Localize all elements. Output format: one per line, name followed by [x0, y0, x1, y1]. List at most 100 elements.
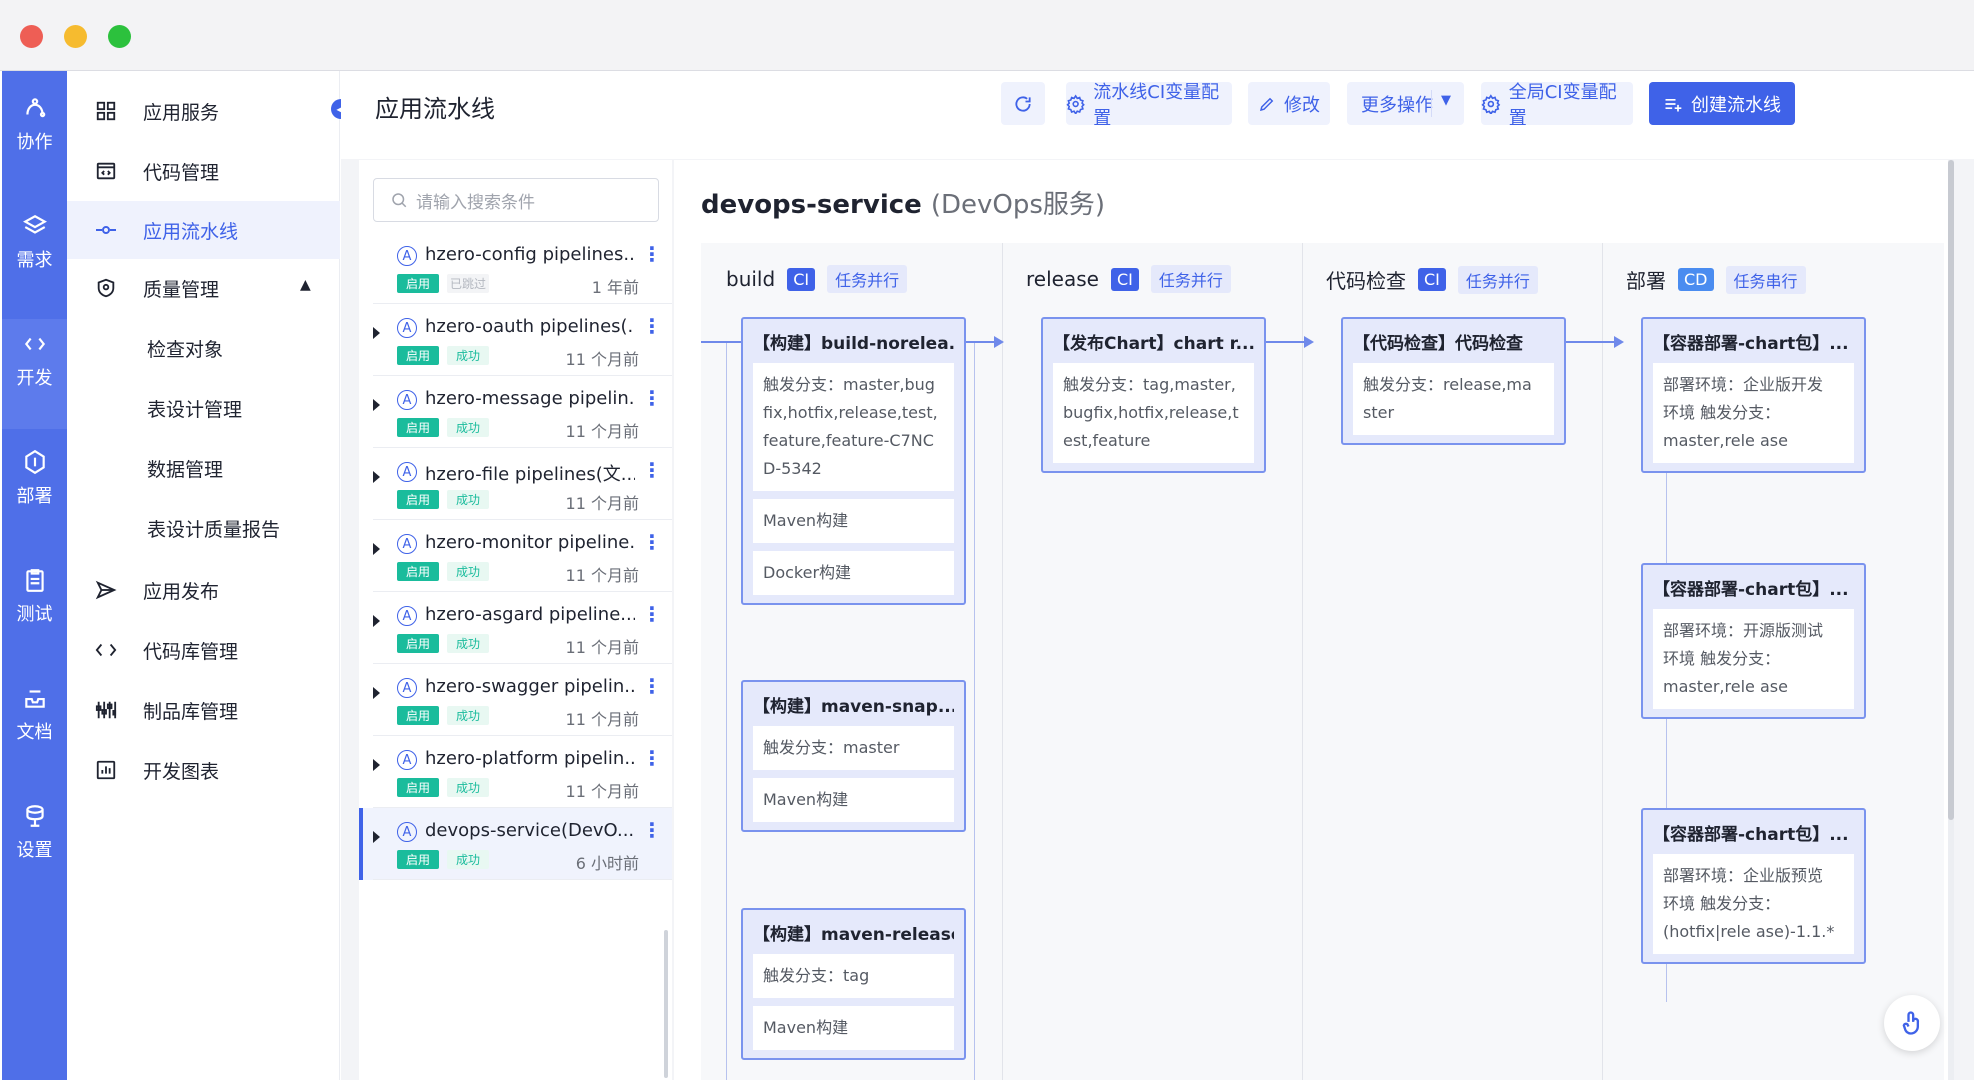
sidebar-item-label: 应用发布 [143, 580, 220, 603]
more-vertical-icon[interactable]: ⋮ [642, 676, 662, 696]
pipeline-list-item[interactable]: Ahzero-swagger pipelin... ⋮ 启用 成功 11 个月前 [359, 664, 672, 736]
job-step: Maven构建 [753, 778, 954, 822]
job-step: Maven构建 [753, 1006, 954, 1050]
job-card[interactable]: 【容器部署-chart包】... 部署环境：企业版开发 环境 触发分支：mast… [1641, 317, 1866, 473]
job-card[interactable]: 【发布Chart】chart r... 触发分支：tag,master, bug… [1041, 317, 1266, 473]
pipeline-time: 11 个月前 [565, 638, 639, 657]
pipeline-type-icon: A [397, 822, 417, 842]
rail-item-requirements[interactable]: 需求 [2, 201, 67, 311]
more-vertical-icon[interactable]: ⋮ [642, 604, 662, 624]
more-vertical-icon[interactable]: ⋮ [642, 388, 662, 408]
refresh-button[interactable] [1001, 82, 1045, 125]
rail-label: 协作 [16, 132, 53, 153]
rail-item-test[interactable]: 测试 [2, 555, 67, 665]
pipeline-time: 1 年前 [591, 278, 639, 297]
edit-button[interactable]: 修改 [1248, 82, 1330, 125]
search-input[interactable]: 请输入搜索条件 [373, 178, 659, 222]
stage-mode-badge: 任务串行 [1725, 265, 1806, 294]
job-card[interactable]: 【构建】build-norelea... 触发分支：master,bug fix… [741, 317, 966, 605]
expand-arrow-icon[interactable] [373, 759, 380, 771]
sidebar-item-app-service[interactable]: 应用服务 [67, 82, 340, 140]
sidebar-subitem-quality-report[interactable]: 表设计质量报告 [67, 499, 340, 557]
enabled-badge: 启用 [397, 778, 439, 797]
sidebar-item-quality[interactable]: 质量管理 ▲ [67, 259, 340, 317]
stage-name: 代码检查 [1326, 269, 1406, 293]
sidebar-item-dev-charts[interactable]: 开发图表 [67, 741, 340, 799]
pipeline-list-item[interactable]: Ahzero-file pipelines(文... ⋮ 启用 成功 11 个月前 [359, 448, 672, 520]
rail-item-development[interactable]: 开发 [2, 319, 67, 429]
sidebar-subitem-label: 表设计管理 [147, 398, 243, 421]
pipeline-list-item[interactable]: Ahzero-monitor pipeline... ⋮ 启用 成功 11 个月前 [359, 520, 672, 592]
job-card[interactable]: 【容器部署-chart包】... 部署环境：开源版测试 环境 触发分支：mast… [1641, 563, 1866, 719]
close-window-button[interactable] [20, 25, 43, 48]
job-card[interactable]: 【构建】maven-release 触发分支：tag Maven构建 [741, 908, 966, 1060]
sidebar-subitem-label: 数据管理 [147, 458, 224, 481]
help-float-button[interactable] [1884, 995, 1940, 1051]
dropdown-divider [1431, 90, 1432, 117]
connector-line [1264, 341, 1304, 343]
gear-icon [1481, 93, 1501, 114]
more-vertical-icon[interactable]: ⋮ [642, 460, 662, 480]
expand-arrow-icon[interactable] [373, 327, 380, 339]
pipeline-ci-vars-button[interactable]: 流水线CI变量配置 [1066, 82, 1232, 129]
rail-item-deploy[interactable]: 部署 [2, 437, 67, 547]
pipeline-list-item[interactable]: Ahzero-oauth pipelines(... ⋮ 启用 成功 11 个月前 [359, 304, 672, 376]
sidebar-item-pipeline[interactable]: 应用流水线 [67, 201, 340, 259]
rail-label: 测试 [16, 604, 53, 625]
more-vertical-icon[interactable]: ⋮ [642, 820, 662, 840]
pipeline-name: hzero-asgard pipeline... [425, 604, 635, 625]
shield-icon [93, 275, 119, 301]
status-badge: 成功 [447, 850, 489, 869]
more-actions-dropdown[interactable]: 更多操作 ▼ [1347, 82, 1464, 125]
pipeline-name: hzero-file pipelines(文... [425, 464, 635, 485]
more-vertical-icon[interactable]: ⋮ [642, 244, 662, 264]
pipeline-list-item[interactable]: Adevops-service(DevO... ⋮ 启用 成功 6 小时前 [359, 808, 672, 880]
expand-arrow-icon[interactable] [373, 543, 380, 555]
expand-arrow-icon[interactable] [373, 471, 380, 483]
sidebar: 应用服务 代码管理 应用流水线 质量管理 ▲ 检查对象 表设计管理 数据管理 表… [67, 71, 340, 1080]
pipeline-list-item[interactable]: Ahzero-platform pipelin... ⋮ 启用 成功 11 个月前 [359, 736, 672, 808]
more-vertical-icon[interactable]: ⋮ [642, 748, 662, 768]
more-vertical-icon[interactable]: ⋮ [642, 532, 662, 552]
expand-arrow-icon[interactable] [373, 615, 380, 627]
pipeline-list-item[interactable]: Ahzero-message pipelin... ⋮ 启用 成功 11 个月前 [359, 376, 672, 448]
pencil-icon [1259, 97, 1274, 111]
rail-item-collaboration[interactable]: 协作 [2, 83, 67, 193]
job-card[interactable]: 【代码检查】代码检查 触发分支：release,ma ster [1341, 317, 1566, 445]
job-card[interactable]: 【容器部署-chart包】... 部署环境：企业版预览 环境 触发分支：(hot… [1641, 808, 1866, 964]
more-vertical-icon[interactable]: ⋮ [642, 316, 662, 336]
button-label: 全局CI变量配置 [1508, 81, 1617, 129]
scroll-thumb[interactable] [1948, 160, 1954, 820]
list-scrollbar[interactable] [664, 930, 668, 1078]
expand-arrow-icon[interactable] [373, 687, 380, 699]
global-ci-vars-button[interactable]: 全局CI变量配置 [1481, 82, 1633, 129]
create-pipeline-button[interactable]: 创建流水线 [1649, 82, 1795, 125]
status-badge: 成功 [447, 490, 489, 509]
pipeline-list-panel: 请输入搜索条件 Ahzero-config pipelines... ⋮ 启用 已跳过… [359, 160, 672, 1080]
maximize-window-button[interactable] [108, 25, 131, 48]
stage-divider [1602, 243, 1603, 1080]
expand-arrow-icon[interactable] [373, 399, 380, 411]
pipeline-list-item[interactable]: Ahzero-config pipelines... ⋮ 启用 已跳过 1 年前 [359, 232, 672, 304]
sidebar-subitem-table-design[interactable]: 表设计管理 [67, 379, 340, 437]
stage-type-badge: CD [1678, 268, 1714, 291]
sidebar-subitem-data-mgmt[interactable]: 数据管理 [67, 439, 340, 497]
pipeline-type-icon: A [397, 750, 417, 770]
pipeline-list-item[interactable]: Ahzero-asgard pipeline... ⋮ 启用 成功 11 个月前 [359, 592, 672, 664]
detail-scrollbar[interactable] [1948, 160, 1954, 1080]
rail-item-docs[interactable]: 文档 [2, 673, 67, 783]
sidebar-item-code[interactable]: 代码管理 [67, 142, 340, 200]
sidebar-item-artifact-mgmt[interactable]: 制品库管理 [67, 681, 340, 739]
pipeline-type-icon: A [397, 606, 417, 626]
sidebar-item-app-release[interactable]: 应用发布 [67, 561, 340, 619]
minimize-window-button[interactable] [64, 25, 87, 48]
sidebar-subitem-check-object[interactable]: 检查对象 [67, 319, 340, 377]
job-detail: 部署环境：企业版开发 环境 触发分支：master,rele ase [1653, 363, 1854, 463]
rail-item-settings[interactable]: 设置 [2, 791, 67, 901]
sidebar-item-repo-mgmt[interactable]: 代码库管理 [67, 621, 340, 679]
expand-arrow-icon[interactable] [373, 831, 380, 843]
job-card[interactable]: 【构建】maven-snap... 触发分支：master Maven构建 [741, 680, 966, 832]
code-window-icon [93, 158, 119, 184]
stage-header-deploy: 部署 CD 任务串行 [1626, 265, 1806, 294]
stage-type-badge: CI [1418, 268, 1446, 291]
